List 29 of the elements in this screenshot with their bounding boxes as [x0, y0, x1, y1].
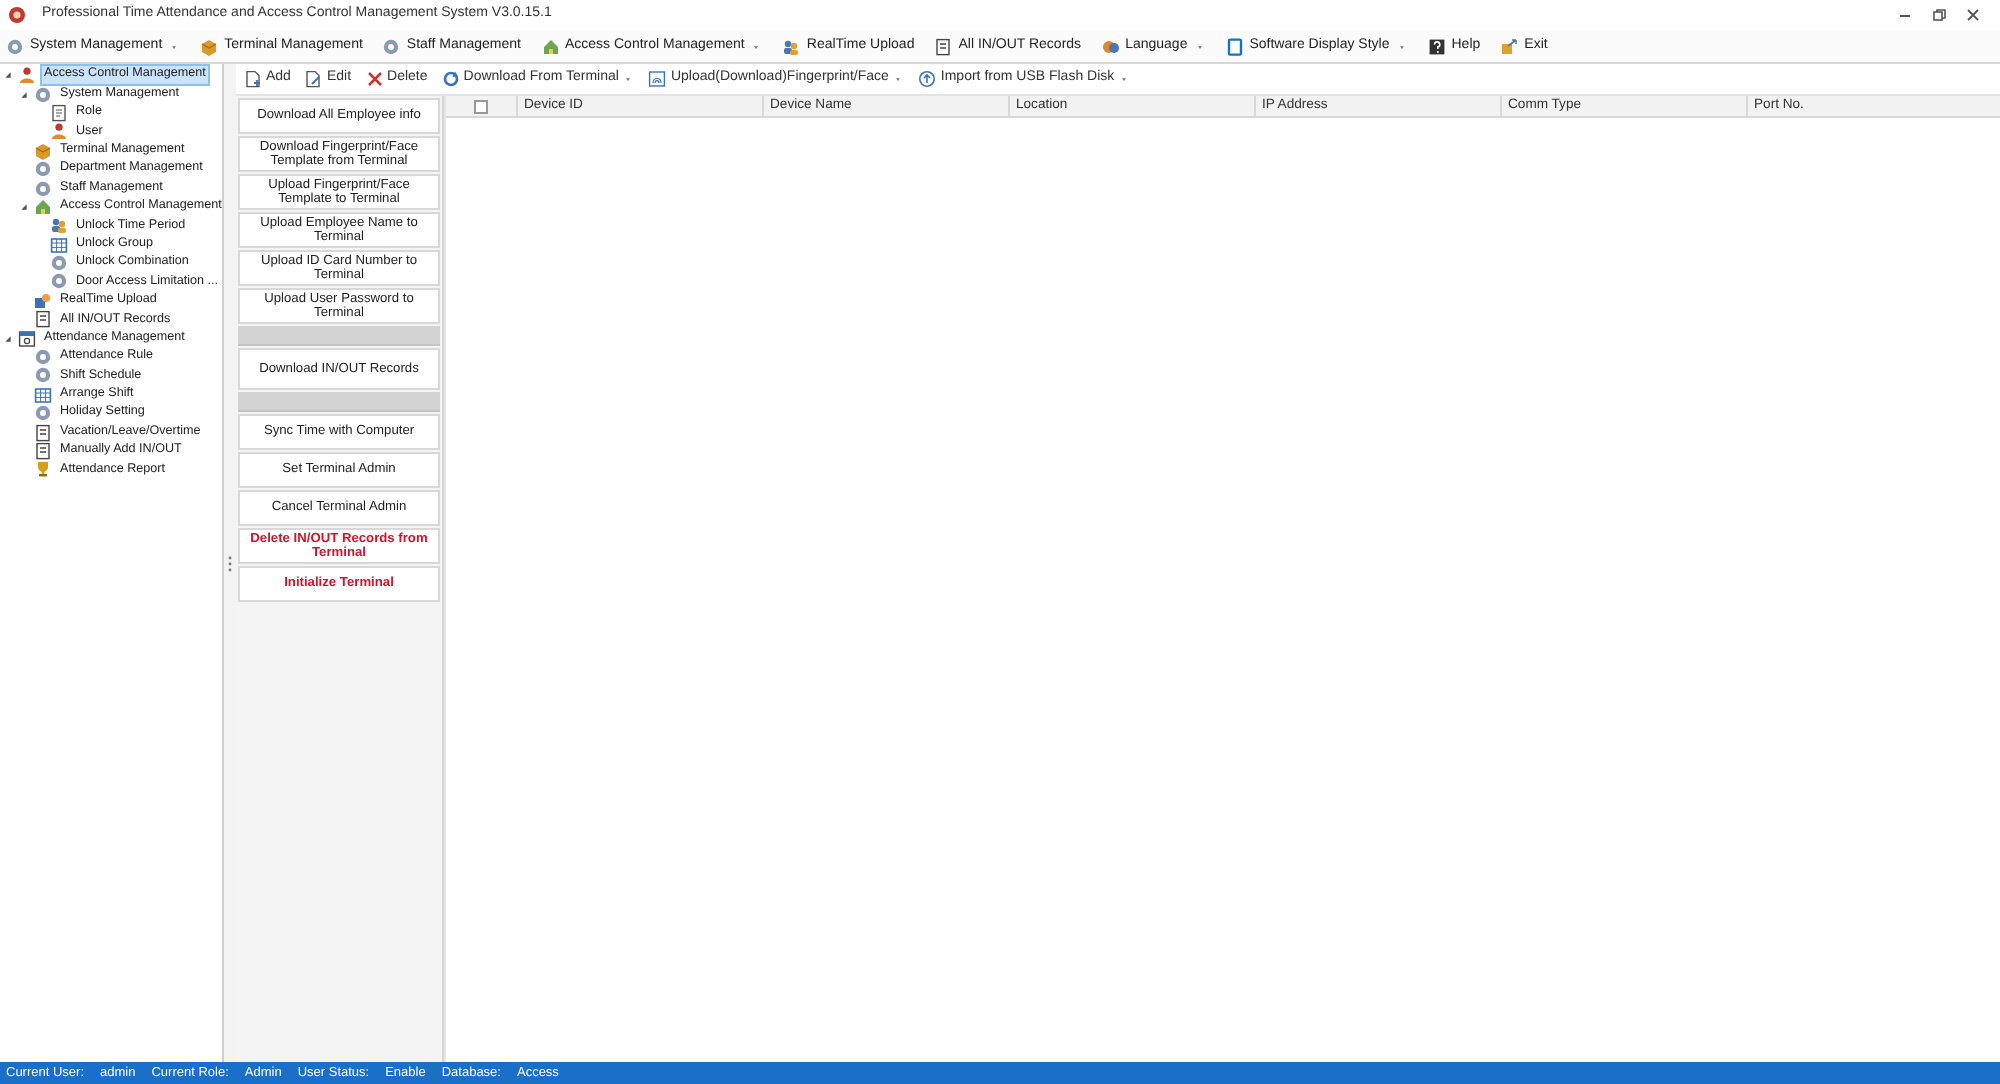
box-icon	[200, 37, 219, 55]
list-icon	[34, 310, 52, 329]
delete-icon	[365, 70, 384, 88]
sync-icon	[441, 70, 460, 88]
select-all-checkbox[interactable]	[474, 99, 488, 113]
box-icon	[34, 141, 52, 160]
import-icon	[918, 70, 937, 88]
list-icon	[34, 442, 52, 460]
house-icon	[541, 37, 559, 55]
calendar-icon	[50, 235, 68, 254]
exit-icon	[1500, 37, 1519, 55]
calendar-icon	[18, 329, 36, 348]
add-document-icon	[244, 70, 262, 88]
trophy-icon	[34, 460, 52, 479]
document-icon	[50, 103, 68, 122]
people-icon	[782, 37, 801, 55]
help-icon	[1427, 37, 1446, 55]
list-icon	[34, 423, 52, 442]
person-icon	[18, 66, 36, 85]
window-icon	[1225, 37, 1244, 55]
calendar-icon	[34, 385, 52, 404]
list-icon	[934, 37, 953, 55]
edit-document-icon	[304, 70, 323, 88]
house-icon	[34, 197, 52, 216]
app-logo-icon	[8, 6, 26, 24]
people-icon	[50, 216, 68, 235]
close-icon[interactable]	[1966, 8, 1980, 22]
person-icon	[50, 122, 68, 141]
restore-icon[interactable]	[1932, 8, 1946, 22]
